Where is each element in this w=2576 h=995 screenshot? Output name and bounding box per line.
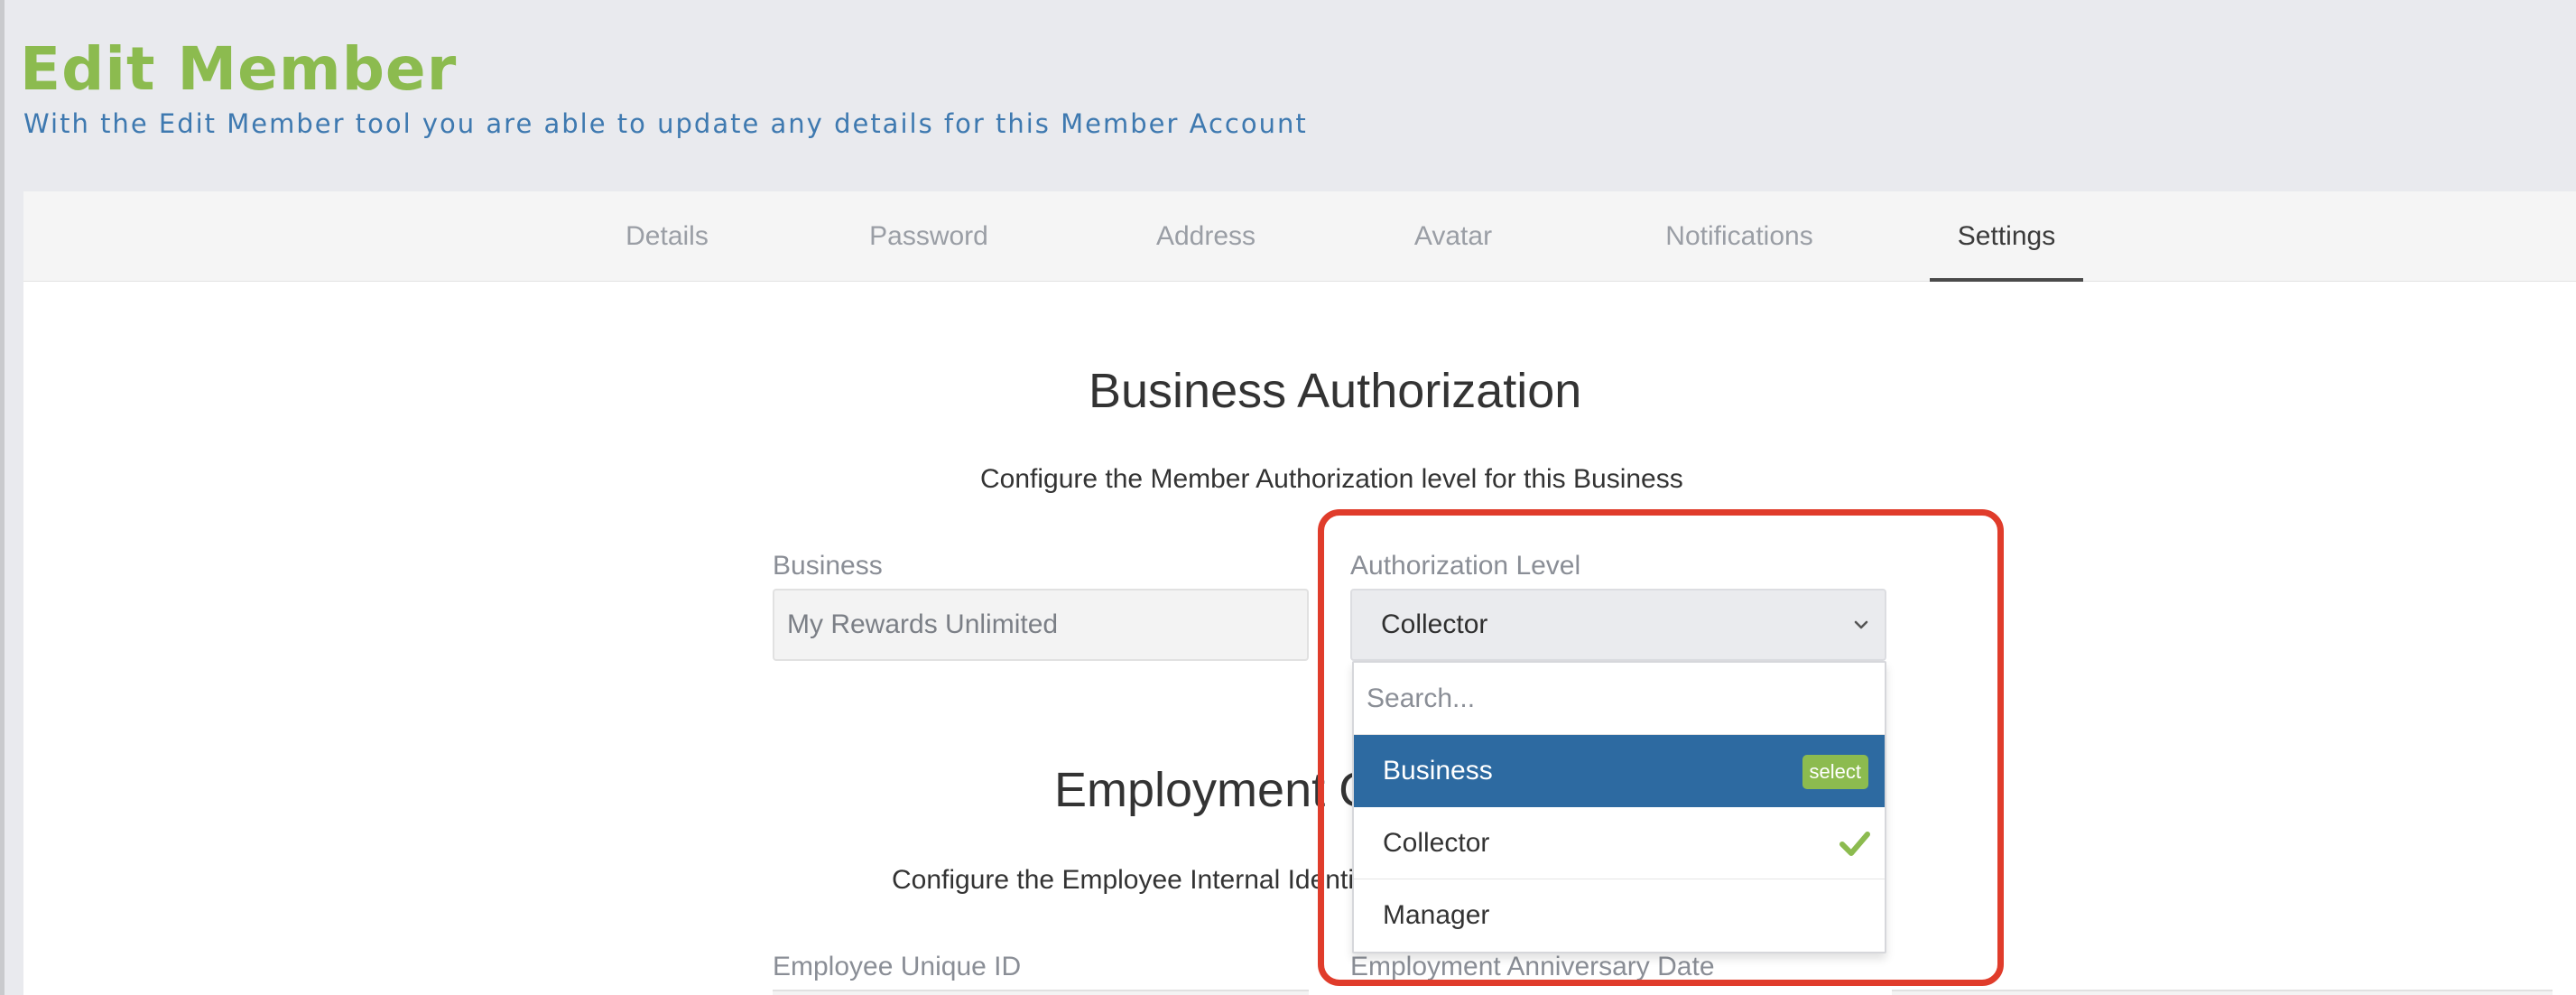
tab-avatar[interactable]: Avatar xyxy=(1363,191,1543,282)
business-label: Business xyxy=(773,551,883,581)
business-authorization-description: Configure the Member Authorization level… xyxy=(980,464,1683,494)
employee-unique-id-input[interactable] xyxy=(773,990,1309,995)
tab-address[interactable]: Address xyxy=(1105,191,1307,282)
employment-anniversary-input[interactable] xyxy=(1892,990,2553,995)
employee-unique-id-label: Employee Unique ID xyxy=(773,952,1022,981)
page-title: Edit Member xyxy=(20,34,458,104)
business-field: My Rewards Unlimited xyxy=(773,589,1309,661)
tab-notifications[interactable]: Notifications xyxy=(1626,191,1852,282)
left-edge-divider xyxy=(0,0,5,995)
tab-password[interactable]: Password xyxy=(825,191,1033,282)
tab-details[interactable]: Details xyxy=(578,191,756,282)
tabs-bar: Details Password Address Avatar Notifica… xyxy=(23,191,2576,282)
page-subtitle: With the Edit Member tool you are able t… xyxy=(23,108,1308,139)
page: Edit Member With the Edit Member tool yo… xyxy=(0,0,2576,995)
employment-description: Configure the Employee Internal Identi xyxy=(892,865,1354,895)
business-authorization-title: Business Authorization xyxy=(1089,364,1582,418)
edit-member-panel: Details Password Address Avatar Notifica… xyxy=(23,191,2576,995)
tab-settings[interactable]: Settings xyxy=(1930,191,2083,282)
annotation-highlight-frame xyxy=(1318,509,2004,986)
